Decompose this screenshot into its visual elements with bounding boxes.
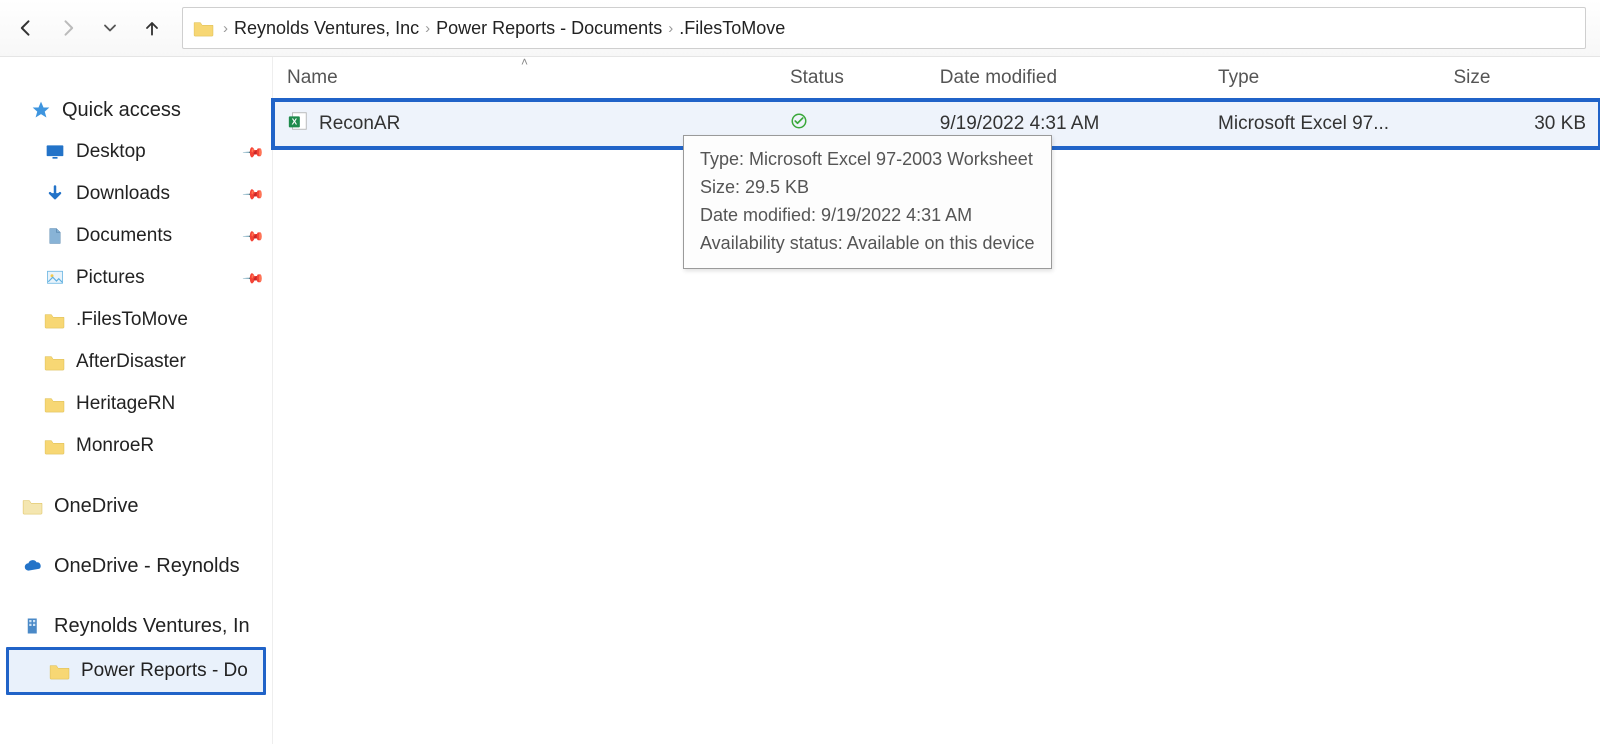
tooltip-line: Date modified: 9/19/2022 4:31 AM bbox=[700, 202, 1035, 230]
sidebar-item-label: Desktop bbox=[76, 141, 146, 163]
sidebar-item-quick-access[interactable]: Quick access bbox=[0, 89, 272, 131]
sort-indicator-icon: ˄ bbox=[521, 55, 528, 69]
column-header-name[interactable]: ˄ Name bbox=[273, 57, 776, 100]
sidebar-item-label: OneDrive - Reynolds bbox=[54, 555, 240, 578]
main-area: Quick access Desktop 📌 Downloads 📌 Docum… bbox=[0, 57, 1600, 744]
column-header-label: Type bbox=[1218, 67, 1259, 88]
folder-icon bbox=[44, 309, 66, 331]
column-header-status[interactable]: Status bbox=[776, 57, 926, 100]
chevron-right-icon: › bbox=[425, 20, 430, 37]
column-header-date[interactable]: Date modified bbox=[926, 57, 1204, 100]
column-header-size[interactable]: Size bbox=[1439, 57, 1600, 100]
folder-icon bbox=[44, 435, 66, 457]
nav-buttons bbox=[0, 14, 178, 42]
column-header-label: Date modified bbox=[940, 67, 1057, 88]
chevron-right-icon: › bbox=[668, 20, 673, 37]
sidebar-item-onedrive[interactable]: OneDrive bbox=[0, 485, 272, 527]
cloud-icon bbox=[22, 555, 44, 577]
status-available-icon bbox=[790, 114, 808, 135]
folder-icon bbox=[49, 660, 71, 682]
back-button[interactable] bbox=[12, 14, 40, 42]
sidebar-item-label: OneDrive bbox=[54, 495, 138, 518]
folder-icon bbox=[44, 393, 66, 415]
sidebar-item-power-reports[interactable]: Power Reports - Do bbox=[6, 647, 266, 695]
sidebar-item-label: Pictures bbox=[76, 267, 145, 289]
toolbar: › Reynolds Ventures, Inc › Power Reports… bbox=[0, 0, 1600, 57]
breadcrumb-seg-1[interactable]: Power Reports - Documents bbox=[436, 18, 662, 39]
sidebar-item-label: .FilesToMove bbox=[76, 309, 188, 331]
sidebar-item-pictures[interactable]: Pictures 📌 bbox=[0, 257, 272, 299]
sidebar-item-label: Reynolds Ventures, In bbox=[54, 615, 250, 638]
sidebar-item-desktop[interactable]: Desktop 📌 bbox=[0, 131, 272, 173]
desktop-icon bbox=[44, 141, 66, 163]
pin-icon: 📌 bbox=[241, 224, 265, 248]
breadcrumb-seg-0[interactable]: Reynolds Ventures, Inc bbox=[234, 18, 419, 39]
sidebar-item-label: Downloads bbox=[76, 183, 170, 205]
folder-icon bbox=[22, 495, 44, 517]
sidebar-item-heritage-rn[interactable]: HeritageRN bbox=[0, 383, 272, 425]
file-type: Microsoft Excel 97... bbox=[1204, 100, 1439, 149]
column-header-label: Name bbox=[287, 67, 338, 88]
sidebar-item-monroe-r[interactable]: MonroeR bbox=[0, 425, 272, 467]
sidebar-item-label: AfterDisaster bbox=[76, 351, 186, 373]
tooltip-line: Availability status: Available on this d… bbox=[700, 230, 1035, 258]
sidebar-item-label: HeritageRN bbox=[76, 393, 175, 415]
sidebar-item-reynolds-ventures[interactable]: Reynolds Ventures, In bbox=[0, 605, 272, 647]
document-icon bbox=[44, 225, 66, 247]
tooltip-line: Type: Microsoft Excel 97-2003 Worksheet bbox=[700, 146, 1035, 174]
pin-icon: 📌 bbox=[241, 182, 265, 206]
sidebar-item-label: Documents bbox=[76, 225, 172, 247]
sidebar-item-downloads[interactable]: Downloads 📌 bbox=[0, 173, 272, 215]
pictures-icon bbox=[44, 267, 66, 289]
sidebar-item-label: MonroeR bbox=[76, 435, 154, 457]
column-header-label: Size bbox=[1453, 67, 1490, 88]
breadcrumb-seg-2[interactable]: .FilesToMove bbox=[679, 18, 785, 39]
navigation-pane: Quick access Desktop 📌 Downloads 📌 Docum… bbox=[0, 57, 273, 744]
sidebar-item-documents[interactable]: Documents 📌 bbox=[0, 215, 272, 257]
address-bar[interactable]: › Reynolds Ventures, Inc › Power Reports… bbox=[182, 7, 1586, 49]
file-name: ReconAR bbox=[319, 113, 400, 135]
breadcrumb: › Reynolds Ventures, Inc › Power Reports… bbox=[223, 18, 785, 39]
sidebar-item-onedrive-reynolds[interactable]: OneDrive - Reynolds bbox=[0, 545, 272, 587]
sidebar-item-label: Quick access bbox=[62, 99, 181, 122]
excel-file-icon: X bbox=[287, 110, 309, 138]
column-header-label: Status bbox=[790, 67, 844, 88]
svg-text:X: X bbox=[292, 118, 298, 127]
forward-button[interactable] bbox=[54, 14, 82, 42]
tooltip-line: Size: 29.5 KB bbox=[700, 174, 1035, 202]
star-icon bbox=[30, 99, 52, 121]
recent-locations-dropdown[interactable] bbox=[96, 14, 124, 42]
sidebar-item-label: Power Reports - Do bbox=[81, 660, 248, 682]
sidebar-item-files-to-move[interactable]: .FilesToMove bbox=[0, 299, 272, 341]
pin-icon: 📌 bbox=[241, 266, 265, 290]
file-size: 30 KB bbox=[1439, 100, 1600, 149]
folder-icon bbox=[44, 351, 66, 373]
sharepoint-icon bbox=[22, 615, 44, 637]
download-icon bbox=[44, 183, 66, 205]
up-button[interactable] bbox=[138, 14, 166, 42]
pin-icon: 📌 bbox=[241, 140, 265, 164]
column-header-type[interactable]: Type bbox=[1204, 57, 1439, 100]
address-folder-icon bbox=[191, 17, 217, 39]
file-tooltip: Type: Microsoft Excel 97-2003 Worksheet … bbox=[683, 135, 1052, 269]
chevron-right-icon: › bbox=[223, 20, 228, 37]
sidebar-item-after-disaster[interactable]: AfterDisaster bbox=[0, 341, 272, 383]
file-list-area: ˄ Name Status Date modified Type Size bbox=[273, 57, 1600, 744]
